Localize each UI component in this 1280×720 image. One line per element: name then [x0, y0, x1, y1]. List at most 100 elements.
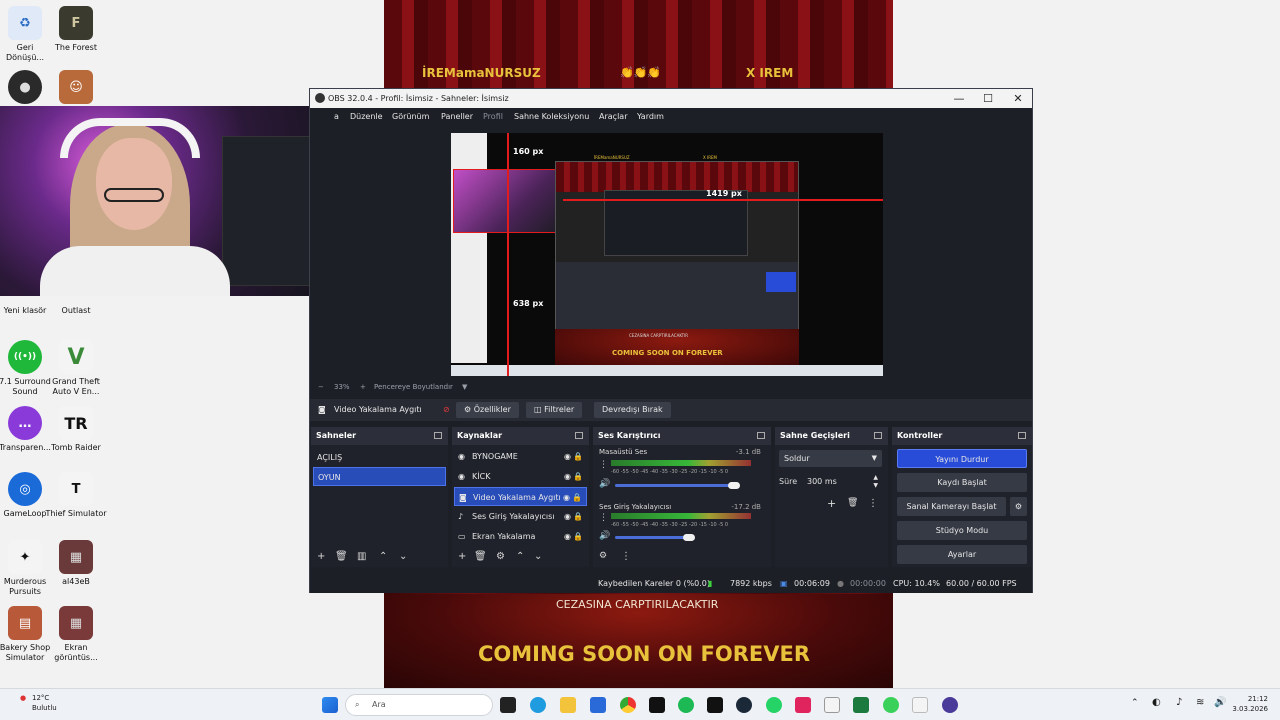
- recording-app-icon[interactable]: [912, 697, 928, 713]
- scene-item[interactable]: AÇILIŞ: [313, 448, 446, 467]
- menu-view[interactable]: Görünüm: [392, 108, 429, 125]
- source-item[interactable]: ♪ Ses Giriş Yakalayıcısı ◉ 🔒: [454, 507, 587, 526]
- mixer-menu-icon[interactable]: ⋮: [621, 551, 631, 562]
- source-properties-icon[interactable]: ⚙: [496, 551, 505, 562]
- lock-icon[interactable]: 🔒: [573, 467, 583, 486]
- eye-icon[interactable]: ◉: [564, 447, 571, 466]
- lock-icon[interactable]: 🔒: [572, 488, 582, 505]
- properties-button[interactable]: ⚙ Özellikler: [456, 402, 519, 418]
- steam-icon[interactable]: [736, 697, 752, 713]
- volume-slider-knob[interactable]: [683, 534, 695, 541]
- clock[interactable]: 21:12 3.03.2026: [1232, 694, 1268, 714]
- chrome-icon[interactable]: [620, 697, 636, 713]
- store-icon[interactable]: [590, 697, 606, 713]
- settings-button[interactable]: Ayarlar: [897, 545, 1027, 564]
- spin-icon[interactable]: ▲ ▼: [873, 474, 878, 490]
- speaker-icon[interactable]: 🔊: [599, 531, 610, 541]
- start-recording-button[interactable]: Kaydı Başlat: [897, 473, 1027, 492]
- scene-filters-icon[interactable]: ▥: [357, 551, 366, 562]
- dock-float-icon[interactable]: [434, 432, 442, 439]
- scene-item-selected[interactable]: OYUN: [313, 467, 446, 486]
- excel-icon[interactable]: [853, 697, 869, 713]
- network-icon[interactable]: ◐: [1152, 697, 1161, 708]
- menu-file[interactable]: a: [334, 108, 339, 125]
- maximize-icon[interactable]: ☐: [973, 89, 1003, 108]
- volume-slider-knob[interactable]: [728, 482, 740, 489]
- eye-icon[interactable]: ◉: [561, 488, 570, 505]
- eye-icon[interactable]: ◉: [564, 467, 571, 486]
- file-explorer-icon[interactable]: [500, 697, 516, 713]
- stop-streaming-button[interactable]: Yayını Durdur: [897, 449, 1027, 468]
- desktop-icon-al43eb[interactable]: ▦ al43eB: [45, 540, 107, 587]
- notepad-icon[interactable]: [824, 697, 840, 713]
- lock-icon[interactable]: 🔒: [573, 507, 583, 526]
- weather-widget[interactable]: ● 12°C Bulutlu: [20, 693, 57, 713]
- source-item[interactable]: ◉ BYNOGAME ◉ 🔒: [454, 447, 587, 466]
- source-item[interactable]: ▭ Ekran Yakalama ◉ 🔒: [454, 527, 587, 546]
- remove-transition-icon[interactable]: 🗑: [847, 498, 858, 508]
- filters-button[interactable]: ◫ Filtreler: [526, 402, 583, 418]
- mic-tray-icon[interactable]: ♪: [1176, 697, 1182, 708]
- move-down-icon[interactable]: ⌄: [399, 551, 407, 562]
- move-up-icon[interactable]: ⌃: [379, 551, 387, 562]
- edge-icon[interactable]: [530, 697, 546, 713]
- dock-float-icon[interactable]: [757, 432, 765, 439]
- xbox-icon[interactable]: [707, 697, 723, 713]
- desktop-icon-gta-v[interactable]: V Grand Theft Auto V En...: [45, 340, 107, 397]
- desktop-icon-thief-simulator[interactable]: T Thief Simulator: [45, 472, 107, 519]
- app-icon[interactable]: [883, 697, 899, 713]
- obs-titlebar[interactable]: OBS 32.0.4 - Profil: İsimsiz - Sahneler:…: [310, 89, 1032, 108]
- tray-overflow-icon[interactable]: ⌃: [1131, 698, 1139, 708]
- dock-float-icon[interactable]: [874, 432, 882, 439]
- whatsapp-icon[interactable]: [766, 697, 782, 713]
- move-up-icon[interactable]: ⌃: [516, 551, 524, 562]
- desktop-icon-outlast[interactable]: Outlast: [45, 296, 107, 316]
- start-icon[interactable]: [322, 697, 338, 713]
- source-item[interactable]: ◉ KİCK ◉ 🔒: [454, 467, 587, 486]
- add-scene-icon[interactable]: +: [317, 551, 325, 562]
- volume-icon[interactable]: 🔊: [1214, 697, 1226, 708]
- minimize-icon[interactable]: —: [944, 89, 974, 108]
- studio-mode-button[interactable]: Stüdyo Modu: [897, 521, 1027, 540]
- obs-taskbar-icon[interactable]: [942, 697, 958, 713]
- zoom-out-button[interactable]: −: [318, 380, 324, 394]
- menu-docks[interactable]: Paneller: [441, 108, 473, 125]
- remove-scene-icon[interactable]: 🗑: [335, 551, 348, 562]
- dock-float-icon[interactable]: [575, 432, 583, 439]
- desktop-icon-screenshot[interactable]: ▦ Ekran görüntüs...: [45, 606, 107, 663]
- taskbar-search[interactable]: ⌕ Ara: [345, 694, 493, 716]
- tiktok-studio-icon[interactable]: [795, 697, 811, 713]
- dock-float-icon[interactable]: [1018, 432, 1026, 439]
- eye-icon[interactable]: ◉: [564, 527, 571, 546]
- menu-help[interactable]: Yardım: [637, 108, 664, 125]
- virtual-camera-settings-icon[interactable]: ⚙: [1010, 497, 1027, 516]
- desktop-icon-the-forest[interactable]: F The Forest: [45, 6, 107, 53]
- zoom-in-button[interactable]: +: [360, 380, 366, 394]
- close-icon[interactable]: ✕: [1003, 89, 1033, 108]
- deactivate-button[interactable]: Devredışı Bırak: [594, 402, 671, 418]
- zoom-fit-label[interactable]: Pencereye Boyutlandır: [374, 380, 453, 394]
- move-down-icon[interactable]: ⌄: [534, 551, 542, 562]
- tiktok-icon[interactable]: [649, 697, 665, 713]
- volume-slider[interactable]: [615, 536, 689, 539]
- add-transition-icon[interactable]: +: [827, 497, 836, 510]
- desktop-icon-game[interactable]: ☺: [45, 70, 107, 107]
- duration-spinbox[interactable]: 300 ms ▲ ▼: [801, 473, 882, 490]
- spotify-icon[interactable]: [678, 697, 694, 713]
- menu-edit[interactable]: Düzenle: [350, 108, 383, 125]
- menu-profile[interactable]: Profil: [483, 108, 503, 125]
- add-source-icon[interactable]: +: [458, 551, 466, 562]
- transition-menu-icon[interactable]: ⋮: [868, 498, 878, 509]
- menu-tools[interactable]: Araçlar: [599, 108, 627, 125]
- desktop-icon-tomb-raider[interactable]: TR Tomb Raider: [45, 406, 107, 453]
- mixer-settings-icon[interactable]: ⚙: [599, 551, 607, 561]
- wifi-icon[interactable]: ≋: [1196, 697, 1204, 708]
- transition-select[interactable]: Soldur ▼: [779, 450, 882, 467]
- volume-slider[interactable]: [615, 484, 733, 487]
- lock-icon[interactable]: 🔒: [573, 527, 583, 546]
- channel-menu-icon[interactable]: ⋮: [599, 460, 608, 470]
- speaker-icon[interactable]: 🔊: [599, 479, 610, 489]
- obs-preview-canvas[interactable]: İREMamaNURSUZ X IREM CEZASINA CARPTIRILA…: [451, 133, 883, 376]
- lock-icon[interactable]: 🔒: [573, 447, 583, 466]
- source-item-selected[interactable]: ◙ Video Yakalama Aygıtı ◉ 🔒: [454, 487, 587, 506]
